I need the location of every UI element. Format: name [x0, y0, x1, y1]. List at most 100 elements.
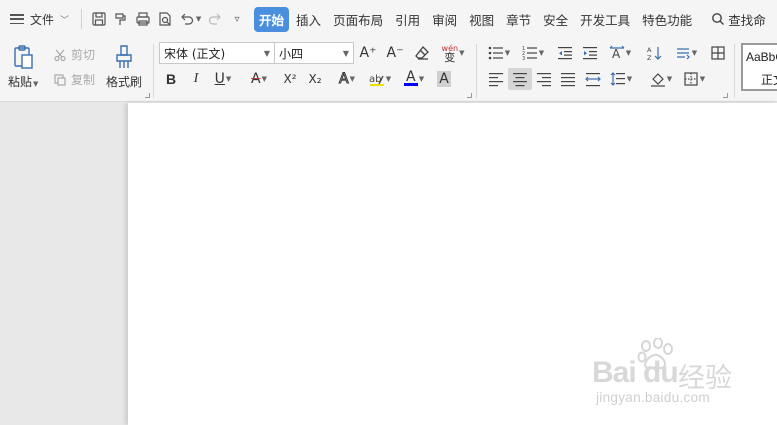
redo-icon[interactable] — [204, 8, 226, 30]
font-dialog-launcher[interactable] — [467, 93, 472, 98]
cut-label: 剪切 — [71, 48, 96, 62]
strikethrough-button[interactable]: A ▼ — [244, 68, 274, 90]
style-preview-text: AaBbC — [746, 50, 777, 64]
paragraph-dialog-launcher[interactable] — [723, 93, 728, 98]
decrease-font-size-button[interactable]: A⁻ — [383, 42, 407, 64]
decrease-indent-icon — [558, 47, 572, 60]
bold-button[interactable]: B — [159, 68, 183, 90]
watermark-url: jingyan.baidu.com — [596, 390, 710, 405]
font-color-icon: A — [406, 69, 416, 85]
tab-insert[interactable]: 插入 — [291, 7, 326, 32]
paste-button[interactable]: 粘贴▼ — [8, 44, 38, 90]
bullet-list-icon — [488, 46, 503, 60]
align-right-button[interactable] — [532, 68, 556, 90]
print-preview-icon[interactable] — [154, 8, 176, 30]
align-center-button[interactable] — [508, 68, 532, 90]
distributed-icon — [585, 73, 601, 87]
style-name-label: 正文 — [761, 73, 777, 87]
clipboard-dialog-launcher[interactable] — [145, 93, 150, 98]
line-spacing-button[interactable]: ▼ — [606, 68, 636, 90]
increase-indent-icon — [583, 47, 597, 60]
hamburger-icon — [10, 14, 24, 24]
paste-label: 粘贴 — [8, 75, 33, 89]
menu-bar: 文件 ﹀ ▼ ▿ 开始 插入 页面布局 引用 审阅 视图 章节 安全 开发工具 … — [0, 0, 777, 38]
copy-icon — [54, 73, 66, 86]
tab-review[interactable]: 审阅 — [427, 7, 462, 32]
align-left-button[interactable] — [484, 68, 508, 90]
tab-developer[interactable]: 开发工具 — [575, 7, 635, 32]
character-shading-icon: A — [437, 71, 451, 87]
divider — [81, 9, 83, 29]
copy-button[interactable]: 复制 — [53, 71, 95, 88]
cut-button[interactable]: 剪切 — [53, 46, 95, 63]
file-menu-button[interactable]: 文件 ﹀ — [0, 0, 75, 38]
divider — [734, 44, 735, 98]
align-right-icon — [537, 73, 551, 87]
line-spacing-icon — [610, 72, 625, 86]
font-name-select[interactable]: 宋体 (正文) ▼ — [159, 42, 275, 64]
shading-button[interactable]: ▼ — [645, 68, 677, 90]
strikethrough-icon: A — [251, 71, 261, 87]
table-grid-button[interactable] — [706, 42, 730, 64]
tab-security[interactable]: 安全 — [538, 7, 573, 32]
show-hide-button[interactable]: ▼ — [671, 42, 701, 64]
subscript-button[interactable]: X₂ — [303, 68, 327, 90]
distributed-button[interactable] — [581, 68, 605, 90]
save-icon[interactable] — [88, 8, 110, 30]
tab-view[interactable]: 视图 — [464, 7, 499, 32]
italic-button[interactable]: I — [184, 68, 208, 90]
phonetic-icon: 变 — [444, 51, 456, 64]
decrease-indent-button[interactable] — [553, 42, 577, 64]
highlight-button[interactable]: ab ▼ — [364, 68, 396, 90]
text-effect-icon: A — [339, 71, 350, 88]
align-left-icon — [489, 73, 503, 87]
table-grid-icon — [711, 46, 725, 60]
bold-icon: B — [165, 71, 177, 87]
font-color-button[interactable]: A ▼ — [399, 68, 429, 90]
svg-text:3: 3 — [522, 56, 525, 61]
undo-icon[interactable]: ▼ — [176, 8, 204, 30]
underline-icon: U — [214, 71, 225, 87]
tab-references[interactable]: 引用 — [390, 7, 425, 32]
numbered-list-button[interactable]: 1 2 3 ▼ — [518, 42, 548, 64]
tab-page-layout[interactable]: 页面布局 — [328, 7, 388, 32]
paste-icon — [14, 45, 33, 69]
text-effect-button[interactable]: A ▼ — [332, 68, 362, 90]
increase-indent-button[interactable] — [578, 42, 602, 64]
bullet-list-button[interactable]: ▼ — [484, 42, 514, 64]
chevron-down-icon: ▼ — [342, 48, 349, 58]
baidu-jingyan-watermark: Bai du 经验 jingyan.baidu.com — [592, 338, 742, 413]
divider — [476, 44, 477, 98]
format-painter-button[interactable]: 格式刷 — [106, 44, 142, 90]
underline-button[interactable]: U ▼ — [208, 68, 238, 90]
font-size-select[interactable]: 小四 ▼ — [274, 42, 354, 64]
increase-font-size-button[interactable]: A⁺ — [356, 42, 380, 64]
highlighter-icon: ab — [369, 74, 384, 86]
character-shading-button[interactable]: A — [432, 68, 456, 90]
format-painter-quick-icon[interactable] — [110, 8, 132, 30]
baidu-logo: Bai du — [592, 356, 679, 389]
borders-button[interactable]: ▼ — [679, 68, 709, 90]
eraser-icon — [415, 46, 429, 60]
search-label: 查找命 — [728, 12, 766, 28]
italic-icon: I — [193, 71, 199, 86]
show-hide-icon — [676, 48, 690, 60]
increase-font-icon: A⁺ — [359, 45, 377, 61]
tab-features[interactable]: 特色功能 — [637, 7, 697, 32]
sort-button[interactable]: AZ — [643, 42, 667, 64]
phonetic-guide-button[interactable]: wén 变 ▼ — [438, 42, 468, 64]
ribbon-tabs: 开始 插入 页面布局 引用 审阅 视图 章节 安全 开发工具 特色功能 — [254, 0, 697, 38]
print-icon[interactable] — [132, 8, 154, 30]
text-direction-button[interactable]: A ▼ — [605, 42, 635, 64]
clear-format-button[interactable] — [410, 42, 434, 64]
customize-icon[interactable]: ▿ — [226, 8, 248, 30]
tab-home[interactable]: 开始 — [254, 6, 290, 32]
superscript-button[interactable]: X² — [278, 68, 302, 90]
superscript-icon: X² — [283, 72, 297, 86]
font-name-value: 宋体 (正文) — [164, 46, 226, 61]
search-command[interactable]: 查找命 — [711, 10, 766, 29]
text-direction-icon: A — [609, 45, 625, 61]
tab-chapter[interactable]: 章节 — [501, 7, 536, 32]
justify-button[interactable] — [556, 68, 580, 90]
style-normal[interactable]: AaBbC 正文 — [741, 43, 777, 91]
